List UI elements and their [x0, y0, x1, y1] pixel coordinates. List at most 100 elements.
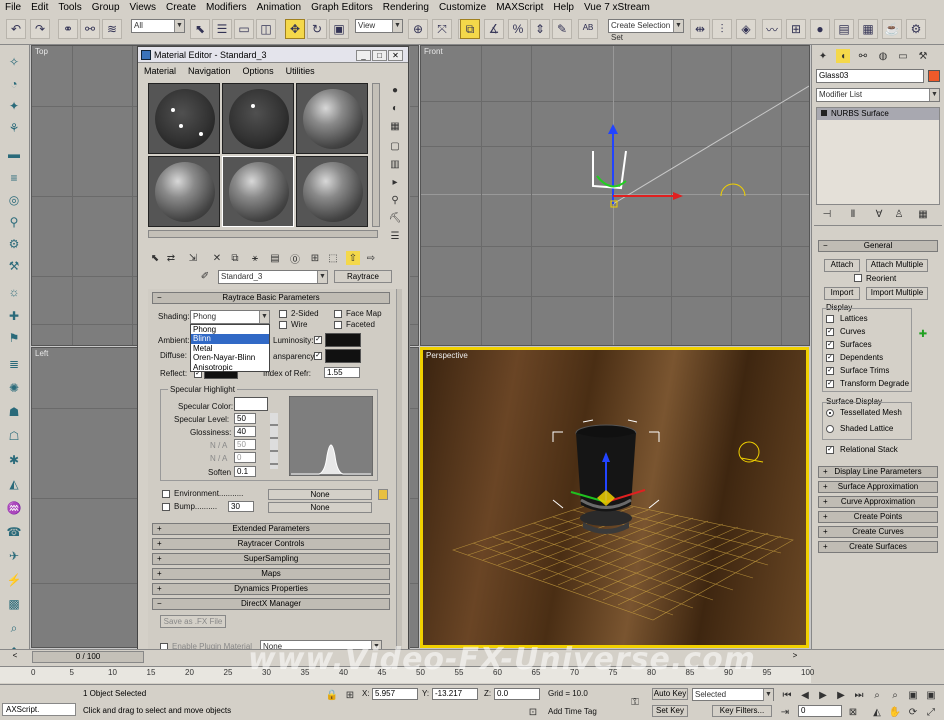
- zoom-all-icon[interactable]: ⌕: [888, 688, 902, 702]
- relational-stack-checkbox[interactable]: ✓: [826, 446, 834, 454]
- menu-views[interactable]: Views: [125, 2, 162, 13]
- redo-icon[interactable]: ↷: [30, 19, 50, 39]
- bump-spinner[interactable]: 30: [228, 501, 254, 512]
- rollout-create-curves[interactable]: + Create Curves: [818, 526, 938, 538]
- na2-spinner[interactable]: 0: [234, 452, 256, 463]
- rectangular-selection-icon[interactable]: ▭: [234, 19, 254, 39]
- params-scrollbar[interactable]: [396, 289, 402, 655]
- absolute-mode-icon[interactable]: ⊞: [343, 688, 357, 702]
- shading-option-metal[interactable]: Metal: [191, 344, 269, 353]
- menu-utilities[interactable]: Utilities: [280, 66, 321, 76]
- tool-icon-3[interactable]: ✦: [5, 97, 23, 115]
- move-icon[interactable]: ✥: [285, 19, 305, 39]
- menu-material[interactable]: Material: [138, 66, 182, 76]
- selection-filter-select[interactable]: All ▼: [131, 19, 185, 33]
- next-frame-icon[interactable]: ▶: [834, 688, 848, 702]
- bump-checkbox[interactable]: [162, 503, 170, 511]
- minimize-button[interactable]: _: [356, 50, 371, 61]
- rollout-curve-approximation[interactable]: + Curve Approximation: [818, 496, 938, 508]
- select-by-material-icon[interactable]: ⛏: [388, 211, 402, 225]
- luminosity-checkbox[interactable]: ✓: [314, 336, 322, 344]
- field-of-view-icon[interactable]: ◭: [870, 705, 884, 719]
- rollout-dynamics-properties[interactable]: + Dynamics Properties: [152, 583, 390, 595]
- tool-icon-21[interactable]: ☎: [5, 523, 23, 541]
- manipulate-icon[interactable]: ⤧: [432, 19, 452, 39]
- tool-icon-6[interactable]: ≡: [5, 169, 23, 187]
- maximize-button[interactable]: □: [372, 50, 387, 61]
- timeline-prev[interactable]: <: [0, 651, 30, 663]
- background-icon[interactable]: ▦: [388, 119, 402, 133]
- schematic-view-icon[interactable]: ⊞: [786, 19, 806, 39]
- sample-slot-3[interactable]: [296, 83, 368, 154]
- sample-slot-6[interactable]: [296, 156, 368, 227]
- maxscript-listener[interactable]: AXScript.: [2, 703, 76, 716]
- options-icon[interactable]: ⚲: [388, 193, 402, 207]
- make-unique-stack-icon[interactable]: ∀: [872, 207, 886, 221]
- tool-icon-5[interactable]: ▬: [5, 145, 23, 163]
- make-preview-icon[interactable]: ▸: [388, 175, 402, 189]
- unlink-icon[interactable]: ⚯: [80, 19, 100, 39]
- menu-navigation[interactable]: Navigation: [182, 66, 237, 76]
- go-to-end-icon[interactable]: ⏭: [852, 688, 866, 702]
- link-icon[interactable]: ⚭: [58, 19, 78, 39]
- menu-maxscript[interactable]: MAXScript: [491, 2, 548, 13]
- material-editor-icon[interactable]: ●: [810, 19, 830, 39]
- tool-icon-19[interactable]: ◭: [5, 475, 23, 493]
- auto-key-button[interactable]: Auto Key: [652, 688, 688, 700]
- select-by-name-icon[interactable]: ☰: [212, 19, 232, 39]
- key-selection-set-select[interactable]: Selected ▼: [692, 688, 774, 701]
- bump-map-button[interactable]: None: [268, 502, 372, 513]
- environment-map-button[interactable]: None: [268, 489, 372, 500]
- pick-material-eyedropper-icon[interactable]: ✐: [198, 269, 212, 283]
- go-forward-sibling-icon[interactable]: ⇨: [364, 251, 378, 265]
- named-selection-select[interactable]: Create Selection Set ▼: [608, 19, 684, 42]
- abc-icon[interactable]: ᴬᴮ: [578, 19, 598, 39]
- wire-checkbox[interactable]: [279, 321, 287, 329]
- put-to-library-icon[interactable]: ▤: [268, 251, 282, 265]
- surfaces-checkbox[interactable]: ✓: [826, 341, 834, 349]
- attach-multiple-button[interactable]: Attach Multiple: [866, 259, 928, 272]
- select-object-icon[interactable]: ⬉: [190, 19, 210, 39]
- configure-modifier-sets-icon[interactable]: ▦: [916, 207, 930, 221]
- viewport-front[interactable]: Front: [420, 45, 810, 346]
- faceted-checkbox[interactable]: [334, 321, 342, 329]
- curves-checkbox[interactable]: ✓: [826, 328, 834, 336]
- menu-help[interactable]: Help: [548, 2, 579, 13]
- import-multiple-button[interactable]: Import Multiple: [866, 287, 928, 300]
- rollout-directx-manager[interactable]: − DirectX Manager: [152, 598, 390, 610]
- set-key-button[interactable]: Set Key: [652, 705, 688, 717]
- object-color-swatch[interactable]: [928, 70, 940, 82]
- rollout-create-surfaces[interactable]: + Create Surfaces: [818, 541, 938, 553]
- show-map-in-viewport-icon[interactable]: ⊞: [308, 251, 322, 265]
- assign-material-icon[interactable]: ⇲: [186, 251, 200, 265]
- add-time-tag[interactable]: Add Time Tag: [548, 707, 597, 716]
- tool-icon-15[interactable]: ✺: [5, 379, 23, 397]
- stack-item[interactable]: NURBS Surface: [817, 108, 939, 120]
- menu-graph-editors[interactable]: Graph Editors: [306, 2, 378, 13]
- rollout-raytracer-controls[interactable]: + Raytracer Controls: [152, 538, 390, 550]
- bind-space-warp-icon[interactable]: ≋: [102, 19, 122, 39]
- surface-trims-checkbox[interactable]: ✓: [826, 367, 834, 375]
- sample-uv-tiling-icon[interactable]: ▢: [388, 139, 402, 153]
- menu-group[interactable]: Group: [87, 2, 125, 13]
- material-name-field[interactable]: Standard_3 ▼: [218, 270, 328, 284]
- shading-option-oren-nayar-blinn[interactable]: Oren-Nayar-Blinn: [191, 353, 269, 362]
- selection-lock-icon[interactable]: 🔒: [325, 688, 339, 702]
- percent-snap-icon[interactable]: %: [508, 19, 528, 39]
- put-to-scene-icon[interactable]: ⇄: [164, 251, 178, 265]
- undo-icon[interactable]: ↶: [6, 19, 26, 39]
- play-icon[interactable]: ▶: [816, 688, 830, 702]
- viewport-perspective[interactable]: Perspective: [420, 347, 809, 648]
- time-slider[interactable]: 0 / 100: [32, 651, 144, 663]
- set-key-mode-icon[interactable]: ⚿: [624, 695, 646, 709]
- transparency-checkbox[interactable]: ✓: [314, 352, 322, 360]
- make-copy-icon[interactable]: ⧉: [228, 251, 242, 265]
- specular-color-swatch[interactable]: [234, 397, 268, 411]
- object-name-field[interactable]: Glass03: [816, 69, 924, 83]
- menu-create[interactable]: Create: [161, 2, 201, 13]
- go-to-start-icon[interactable]: ⏮: [780, 688, 794, 702]
- create-tab-icon[interactable]: ✦: [816, 49, 830, 63]
- tool-icon-7[interactable]: ◎: [5, 191, 23, 209]
- time-configuration-icon[interactable]: ⊠: [846, 705, 860, 719]
- pin-stack-icon[interactable]: ⊣: [820, 207, 834, 221]
